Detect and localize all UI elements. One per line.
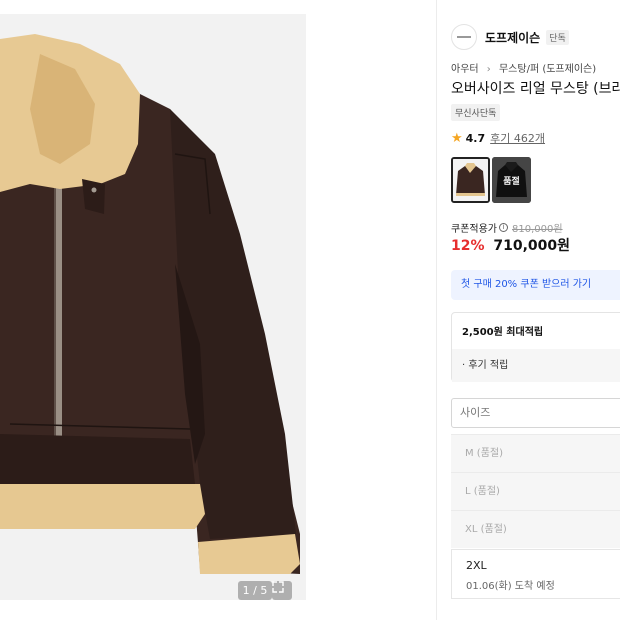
brand-name[interactable]: 도프제이슨 [485, 29, 540, 46]
color-thumbnails: 품절 [451, 157, 531, 203]
star-icon: ★ [451, 130, 463, 146]
points-box: 2,500원 최대적립 · 후기 적립 [451, 312, 620, 382]
size-select[interactable]: 사이즈 [451, 398, 620, 428]
breadcrumb: 아우터 › 무스탕/퍼 (도프제이슨) [451, 60, 596, 75]
breadcrumb-level-2[interactable]: 무스탕/퍼 (도프제이슨) [499, 64, 596, 75]
breadcrumb-level-1[interactable]: 아우터 [451, 64, 479, 75]
rating-row: ★ 4.7 후기 462개 [451, 130, 545, 146]
exclusive-badge: 무신사단독 [451, 104, 501, 121]
original-price: 810,000원 [512, 224, 563, 235]
size-option-m: M (품절) [451, 434, 620, 472]
coupon-price-label: 쿠폰적용가 i 810,000원 [451, 220, 563, 235]
product-page: 1 / 5 도프제이슨 단독 아우터 › 무스탕/퍼 (도프제이슨) 오버사이즈… [0, 0, 620, 620]
thumbnail-black[interactable]: 품절 [492, 157, 531, 203]
final-price: 710,000원 [493, 238, 571, 254]
size-option-xl: XL (품절) [451, 510, 620, 548]
discount-rate: 12% [451, 238, 485, 254]
brand-row[interactable]: 도프제이슨 단독 [451, 24, 569, 50]
reviews-link[interactable]: 후기 462개 [490, 130, 545, 146]
size-2xl-eta: 01.06(화) 도착 예정 [466, 581, 555, 592]
product-title: 오버사이즈 리얼 무스탕 (브라 [451, 81, 620, 97]
brand-logo[interactable] [451, 24, 477, 50]
image-counter: 1 / 5 [238, 581, 272, 600]
points-review: · 후기 적립 [452, 349, 620, 382]
points-title: 2,500원 최대적립 [462, 327, 544, 338]
expand-icon[interactable] [272, 581, 292, 600]
soldout-label: 품절 [492, 157, 531, 203]
size-option-2xl[interactable]: 2XL 01.06(화) 도착 예정 [451, 549, 620, 599]
rating-score: 4.7 [465, 131, 486, 145]
size-option-l: L (품절) [451, 472, 620, 510]
coupon-banner[interactable]: 첫 구매 20% 쿠폰 받으러 가기 [451, 270, 620, 300]
size-2xl-label: 2XL [466, 559, 487, 572]
price-row: 12% 710,000원 [451, 235, 570, 255]
brand-tag: 단독 [546, 29, 569, 45]
chevron-right-icon: › [486, 64, 491, 75]
coupon-label-text: 쿠폰적용가 [451, 224, 497, 235]
product-image-gallery[interactable]: 1 / 5 [0, 14, 306, 600]
info-icon[interactable]: i [499, 223, 508, 232]
thumbnail-brown[interactable] [451, 157, 490, 203]
product-info-panel: 도프제이슨 단독 아우터 › 무스탕/퍼 (도프제이슨) 오버사이즈 리얼 무스… [436, 0, 620, 620]
jacket-image [0, 34, 300, 574]
